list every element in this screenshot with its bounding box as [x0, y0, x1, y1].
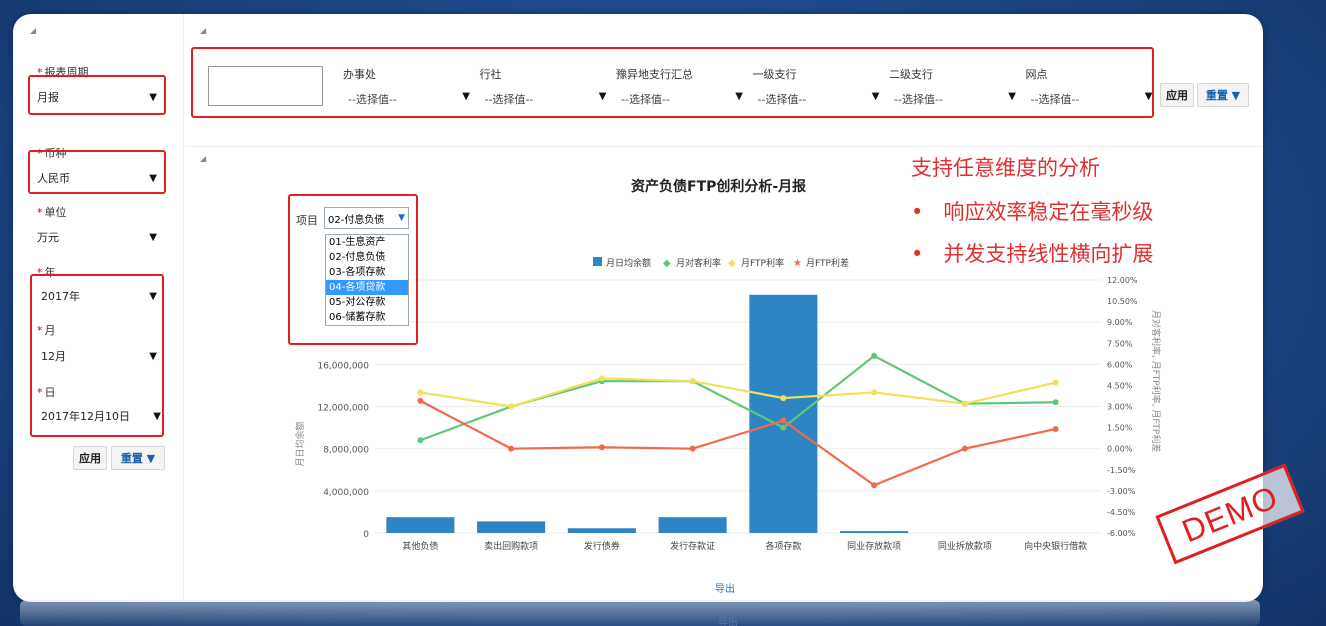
- legend-swatch: [593, 257, 602, 266]
- unit-select[interactable]: 万元 ▼: [33, 226, 161, 248]
- bar: [840, 531, 909, 533]
- x-tick-label: 其他负债: [402, 540, 438, 552]
- y-left-tick-label: 0: [363, 530, 369, 540]
- x-tick-label: 同业拆放款项: [938, 540, 992, 552]
- series-point: [871, 389, 878, 396]
- legend-swatch-icon: ◆: [663, 258, 671, 269]
- legend-label: 月FTP利率: [741, 257, 784, 269]
- y-right-tick-label: 6.00%: [1107, 360, 1133, 369]
- x-tick-label: 发行债券: [584, 540, 620, 552]
- series-point: [871, 352, 878, 359]
- highlight-box: [28, 150, 166, 194]
- legend-label: 月日均余额: [606, 257, 651, 269]
- legend-label: 月对客利率: [676, 257, 721, 269]
- bar: [749, 294, 818, 533]
- y-right-tick-label: -6.00%: [1107, 529, 1136, 538]
- collapse-icon[interactable]: ◢: [30, 26, 36, 35]
- collapse-icon[interactable]: ◢: [200, 154, 206, 163]
- legend-swatch-icon: ◆: [728, 258, 736, 269]
- series-point: [780, 417, 787, 424]
- panel-reflection: 导出: [20, 600, 1260, 626]
- section-divider: [185, 146, 1263, 147]
- highlight-box: [288, 194, 418, 345]
- chevron-down-icon: ▼: [149, 231, 157, 243]
- series-point: [417, 389, 424, 396]
- y-left-tick-label: 12,000,000: [317, 404, 369, 414]
- highlight-box: [30, 274, 164, 437]
- overlay-title: 支持任意维度的分析: [911, 156, 1100, 180]
- y-right-tick-label: 1.50%: [1107, 424, 1133, 433]
- left-reset-button[interactable]: 重置 ▼: [111, 446, 165, 470]
- y-right-tick-label: 0.00%: [1107, 445, 1133, 454]
- y-right-tick-label: 9.00%: [1107, 318, 1133, 327]
- series-point: [961, 445, 968, 452]
- bar: [386, 517, 455, 533]
- series-point: [961, 400, 968, 407]
- overlay-bullet: • 响应效率稳定在毫秒级: [911, 200, 1154, 224]
- y-right-tick-label: -1.50%: [1107, 466, 1136, 475]
- chart-title: 资产负债FTP创利分析-月报: [631, 179, 807, 195]
- x-tick-label: 发行存款证: [670, 540, 715, 552]
- reset-button[interactable]: 重置 ▼: [1197, 83, 1249, 107]
- series-point: [417, 397, 424, 404]
- y-left-tick-label: 8,000,000: [323, 446, 369, 456]
- y-right-tick-label: -3.00%: [1107, 487, 1136, 496]
- highlight-box: [28, 75, 166, 115]
- legend-label: 月FTP利差: [806, 257, 849, 269]
- x-tick-label: 各项存款: [765, 540, 801, 552]
- legend-swatch-icon: ★: [793, 258, 802, 269]
- series-point: [689, 378, 696, 385]
- series-point: [689, 378, 696, 385]
- reflection-export-text: 导出: [718, 618, 738, 626]
- left-apply-button[interactable]: 应用: [73, 446, 107, 470]
- series-point: [1052, 425, 1059, 432]
- series-point: [508, 403, 515, 410]
- series-point: [417, 437, 424, 444]
- series-point: [1052, 399, 1059, 406]
- series-point: [689, 445, 696, 452]
- y-right-axis-title: 月对客利率, 月FTP利率, 月FTP利差: [1150, 310, 1162, 452]
- unit-label: * 单位: [37, 206, 67, 219]
- bar: [567, 528, 636, 533]
- x-tick-label: 卖出回购款项: [484, 540, 538, 552]
- column-divider: [183, 14, 184, 602]
- series-point: [598, 444, 605, 451]
- series-point: [508, 445, 515, 452]
- series-line: [419, 399, 1056, 487]
- series-point: [598, 375, 605, 382]
- series-point: [598, 378, 605, 385]
- y-left-axis-title: 月日均余额: [294, 421, 306, 466]
- series-point: [871, 482, 878, 489]
- y-right-tick-label: 12.00%: [1107, 276, 1138, 285]
- collapse-icon[interactable]: ◢: [200, 26, 206, 35]
- bar: [477, 521, 546, 533]
- series-point: [780, 395, 787, 402]
- x-tick-label: 同业存放款项: [847, 540, 901, 552]
- y-left-tick-label: 4,000,000: [323, 488, 369, 498]
- bar: [658, 517, 727, 533]
- export-link[interactable]: 导出: [715, 580, 735, 595]
- left-filter-column: ◢ * 报表周期 月报 ▼ * 币种 人民币 ▼ * 单位 万元 ▼ * 年 2017年 ▼ *…: [13, 14, 173, 602]
- y-right-tick-label: -4.50%: [1107, 508, 1136, 517]
- y-right-tick-label: 7.50%: [1107, 339, 1133, 348]
- series-point: [961, 400, 968, 407]
- y-left-tick-label: 16,000,000: [317, 361, 369, 371]
- series-point: [508, 403, 515, 410]
- y-right-tick-label: 10.50%: [1107, 297, 1138, 306]
- highlight-box: [191, 47, 1154, 118]
- series-point: [780, 424, 787, 431]
- main-panel: ◢ * 报表周期 月报 ▼ * 币种 人民币 ▼ * 单位 万元 ▼ * 年 2017年 ▼ *…: [13, 14, 1263, 602]
- y-right-tick-label: 4.50%: [1107, 381, 1133, 390]
- series-point: [1052, 379, 1059, 386]
- x-tick-label: 向中央银行借款: [1024, 540, 1087, 552]
- series-line: [420, 377, 1056, 408]
- series-line: [419, 354, 1056, 442]
- apply-button[interactable]: 应用: [1160, 83, 1194, 107]
- y-right-tick-label: 3.00%: [1107, 403, 1133, 412]
- overlay-bullet: • 并发支持线性横向扩展: [911, 242, 1154, 266]
